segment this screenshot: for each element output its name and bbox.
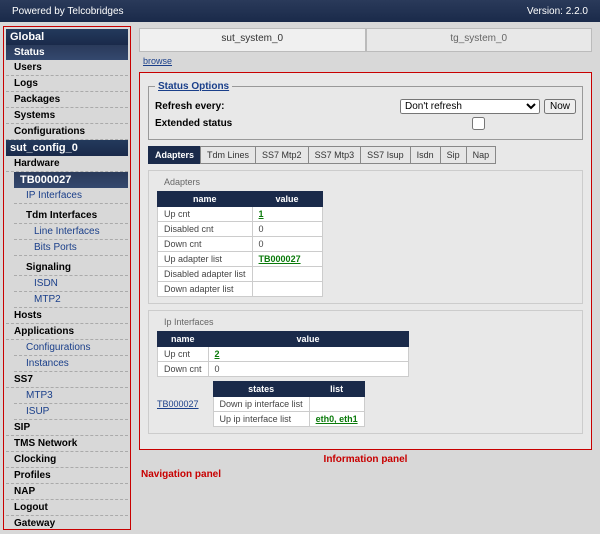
nav-global-header: Global xyxy=(6,29,128,45)
adapters-table: namevalue Up cnt1Disabled cnt0Down cnt0U… xyxy=(157,191,323,297)
table-cell: Up cnt xyxy=(158,207,253,222)
adapters-fieldset: Adapters namevalue Up cnt1Disabled cnt0D… xyxy=(148,170,583,304)
now-button[interactable]: Now xyxy=(544,99,576,114)
information-panel: Status Options Refresh every: Don't refr… xyxy=(139,72,592,450)
tb-link[interactable]: TB000027 xyxy=(157,381,199,409)
nav-status[interactable]: Status xyxy=(6,45,128,60)
nav-packages[interactable]: Packages xyxy=(6,92,128,108)
table-cell xyxy=(252,282,322,297)
table-cell: Up adapter list xyxy=(158,252,253,267)
tab-adapters[interactable]: Adapters xyxy=(148,146,201,164)
nav-isdn[interactable]: ISDN xyxy=(14,276,128,292)
table-cell: Up ip interface list xyxy=(213,412,309,427)
table-cell: Down cnt xyxy=(158,362,209,377)
tab-isdn[interactable]: Isdn xyxy=(410,146,441,164)
nav-sut-header: sut_config_0 xyxy=(6,140,128,156)
table-cell: Down ip interface list xyxy=(213,397,309,412)
refresh-select[interactable]: Don't refresh xyxy=(400,99,540,114)
nav-logout[interactable]: Logout xyxy=(6,500,128,516)
navigation-panel: Global StatusUsersLogsPackagesSystemsCon… xyxy=(3,26,131,530)
refresh-label: Refresh every: xyxy=(155,101,285,112)
extended-status-checkbox[interactable] xyxy=(472,117,485,130)
system-tabs: sut_system_0 tg_system_0 xyxy=(139,28,592,52)
table-cell: Disabled adapter list xyxy=(158,267,253,282)
tab-sip[interactable]: Sip xyxy=(440,146,467,164)
nav-clocking[interactable]: Clocking xyxy=(6,452,128,468)
table-cell: 0 xyxy=(252,237,322,252)
tab-ss7-isup[interactable]: SS7 Isup xyxy=(360,146,411,164)
table-cell: Down cnt xyxy=(158,237,253,252)
table-cell xyxy=(309,397,364,412)
tab-nap[interactable]: Nap xyxy=(466,146,497,164)
extended-status-label: Extended status xyxy=(155,118,285,129)
table-cell: 0 xyxy=(208,362,408,377)
nav-profiles[interactable]: Profiles xyxy=(6,468,128,484)
nav-hosts[interactable]: Hosts xyxy=(6,308,128,324)
th-value: value xyxy=(252,192,322,207)
ip-interfaces-legend: Ip Interfaces xyxy=(161,317,217,327)
nav-tms[interactable]: TMS Network xyxy=(6,436,128,452)
nav-logs[interactable]: Logs xyxy=(6,76,128,92)
status-options-fieldset: Status Options Refresh every: Don't refr… xyxy=(148,81,583,140)
nav-app-instances[interactable]: Instances xyxy=(14,356,128,372)
nav-signaling[interactable]: Signaling xyxy=(14,260,128,276)
th-value: value xyxy=(208,332,408,347)
table-cell: Up cnt xyxy=(158,347,209,362)
nav-sip[interactable]: SIP xyxy=(6,420,128,436)
nav-ss7[interactable]: SS7 xyxy=(6,372,128,388)
nav-line-interfaces[interactable]: Line Interfaces xyxy=(14,224,128,240)
nav-tb-header[interactable]: TB000027 xyxy=(14,172,128,188)
browse-link[interactable]: browse xyxy=(131,52,600,70)
app-header: Powered by Telcobridges Version: 2.2.0 xyxy=(0,0,600,22)
ip-table: namevalue Up cnt2Down cnt0 xyxy=(157,331,409,377)
nav-app-configurations[interactable]: Configurations xyxy=(14,340,128,356)
ip-states-table: stateslist Down ip interface listUp ip i… xyxy=(213,381,365,427)
info-panel-caption: Information panel xyxy=(131,452,600,467)
tab-ss7-mtp2[interactable]: SS7 Mtp2 xyxy=(255,146,309,164)
table-cell: Disabled cnt xyxy=(158,222,253,237)
nav-hardware[interactable]: Hardware xyxy=(6,156,128,172)
nav-gateway[interactable]: Gateway xyxy=(6,516,128,530)
table-cell xyxy=(252,267,322,282)
th-name: name xyxy=(158,332,209,347)
nav-mtp3[interactable]: MTP3 xyxy=(14,388,128,404)
tab-tg-system[interactable]: tg_system_0 xyxy=(366,28,593,52)
table-cell: Down adapter list xyxy=(158,282,253,297)
th-states: states xyxy=(213,382,309,397)
table-cell[interactable]: 1 xyxy=(252,207,322,222)
status-options-legend: Status Options xyxy=(155,81,232,92)
ip-interfaces-fieldset: Ip Interfaces namevalue Up cnt2Down cnt0… xyxy=(148,310,583,434)
nav-isup[interactable]: ISUP xyxy=(14,404,128,420)
nav-nap[interactable]: NAP xyxy=(6,484,128,500)
nav-mtp2[interactable]: MTP2 xyxy=(14,292,128,308)
nav-configurations[interactable]: Configurations xyxy=(6,124,128,140)
nav-users[interactable]: Users xyxy=(6,60,128,76)
version: Version: 2.2.0 xyxy=(527,6,588,17)
table-cell[interactable]: 2 xyxy=(208,347,408,362)
adapters-legend: Adapters xyxy=(161,177,203,187)
nav-tdm-interfaces[interactable]: Tdm Interfaces xyxy=(14,208,128,224)
nav-systems[interactable]: Systems xyxy=(6,108,128,124)
status-tabs: AdaptersTdm LinesSS7 Mtp2SS7 Mtp3SS7 Isu… xyxy=(148,146,583,164)
nav-applications[interactable]: Applications xyxy=(6,324,128,340)
nav-panel-caption: Navigation panel xyxy=(139,467,600,482)
nav-bits-ports[interactable]: Bits Ports xyxy=(14,240,128,256)
table-cell: 0 xyxy=(252,222,322,237)
tab-ss7-mtp3[interactable]: SS7 Mtp3 xyxy=(308,146,362,164)
tab-tdm-lines[interactable]: Tdm Lines xyxy=(200,146,256,164)
th-list: list xyxy=(309,382,364,397)
th-name: name xyxy=(158,192,253,207)
table-cell[interactable]: eth0, eth1 xyxy=(309,412,364,427)
table-cell[interactable]: TB000027 xyxy=(252,252,322,267)
nav-ip-interfaces[interactable]: IP Interfaces xyxy=(14,188,128,204)
tab-sut-system[interactable]: sut_system_0 xyxy=(139,28,366,52)
powered-by: Powered by Telcobridges xyxy=(12,6,124,17)
